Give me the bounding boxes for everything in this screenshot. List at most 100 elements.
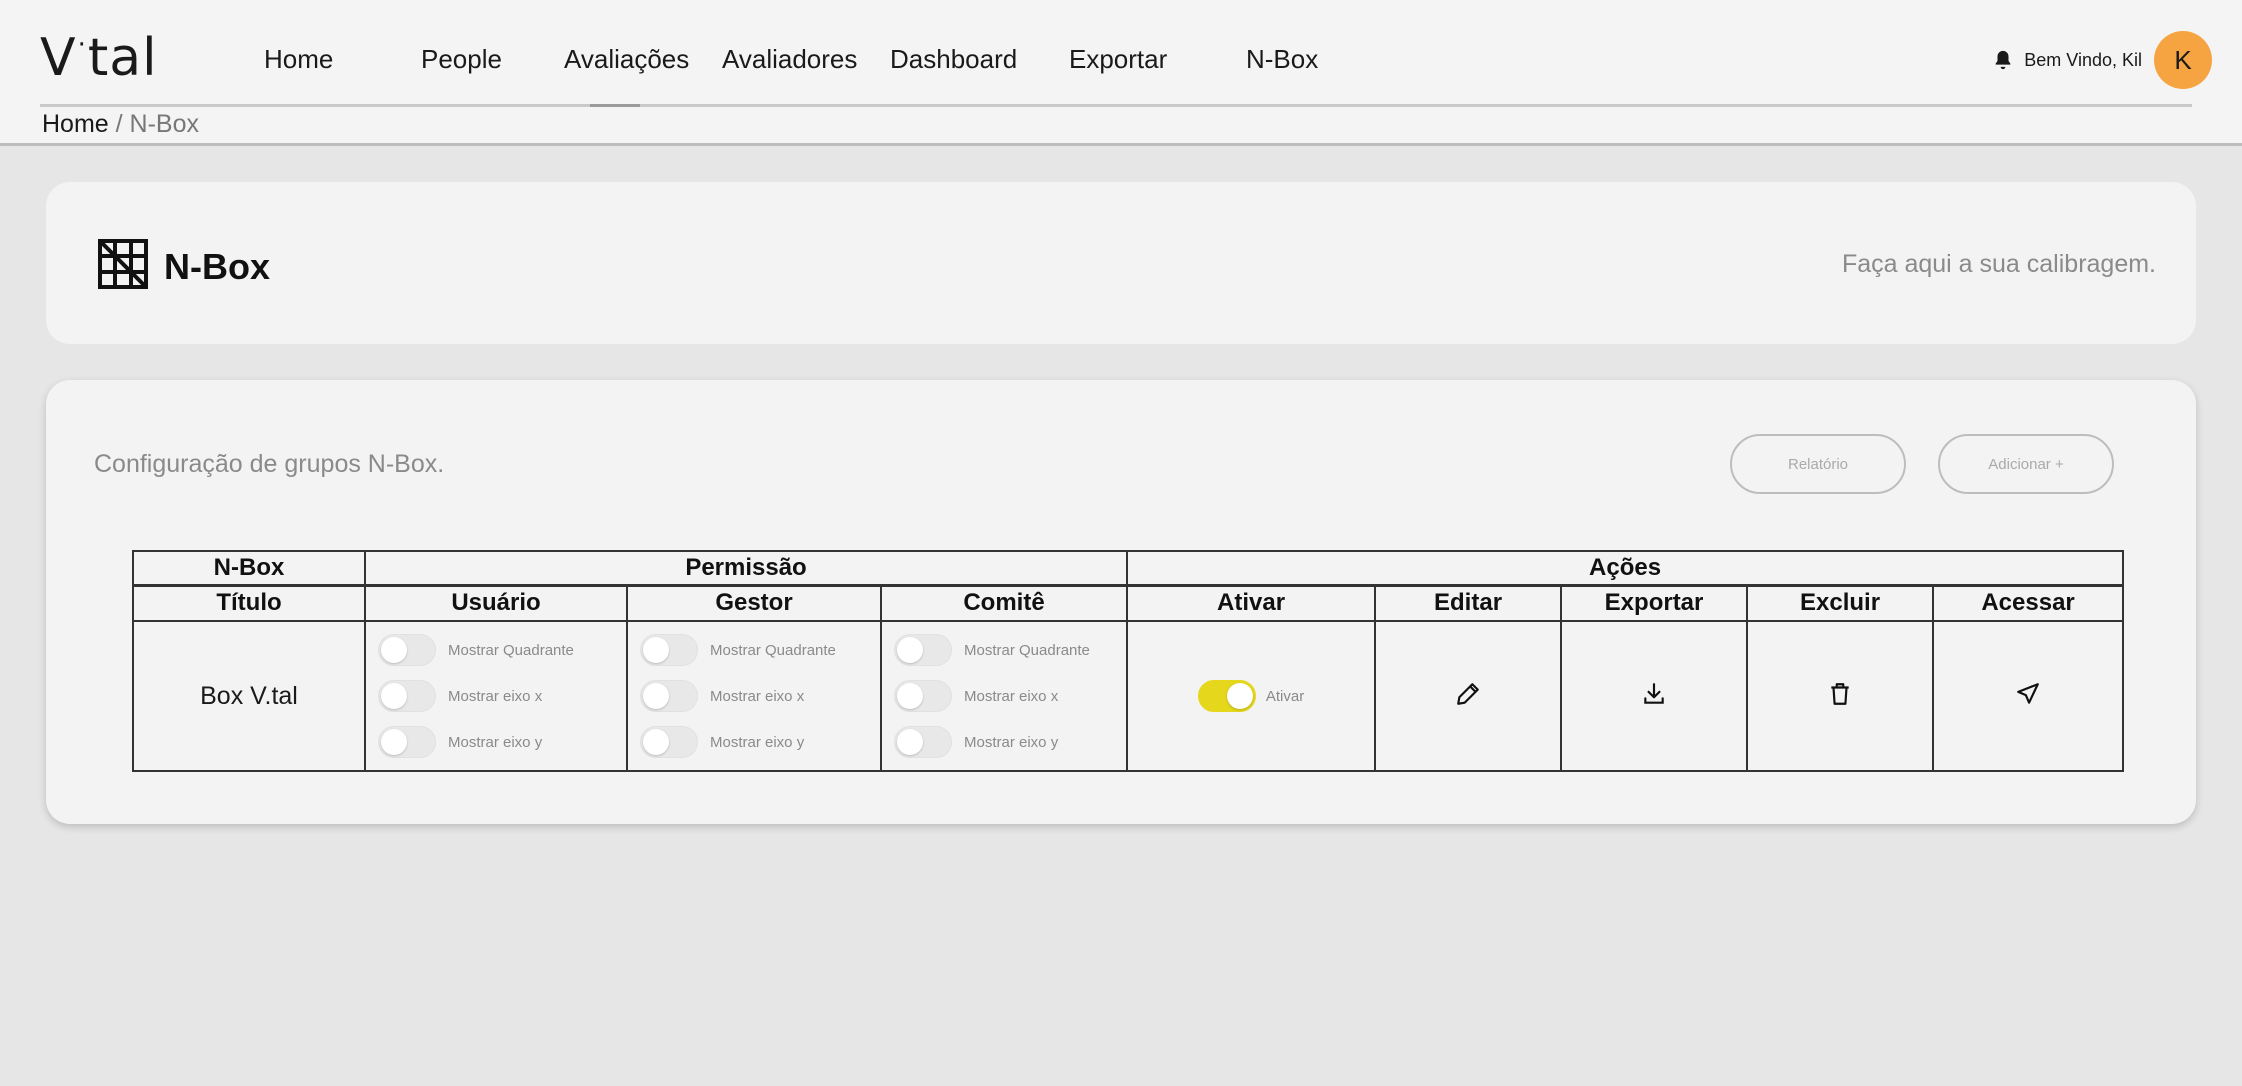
toggle-knob	[1226, 683, 1253, 709]
exportar-cell	[1560, 620, 1749, 772]
grid-box-icon	[96, 237, 150, 296]
toggle-switch[interactable]	[640, 680, 698, 712]
avatar-initial: K	[2174, 44, 2192, 75]
column-header-comite: Comitê	[879, 583, 1129, 622]
nbox-config-card: Configuração de grupos N-Box. Relatório …	[46, 380, 2196, 824]
nav-item-people[interactable]: People	[421, 44, 502, 75]
nav-item-nbox[interactable]: N-Box	[1246, 44, 1318, 75]
gestor-toggle-quadrante: Mostrar Quadrante	[640, 632, 868, 668]
gestor-toggle-eixo-x: Mostrar eixo x	[640, 678, 868, 714]
logo-dot: ·	[77, 30, 87, 60]
toggle-label: Mostrar eixo y	[964, 733, 1059, 751]
breadcrumb-separator: /	[108, 110, 130, 138]
toggle-switch[interactable]	[640, 634, 698, 666]
page-title-wrap: N-Box	[96, 237, 270, 296]
toggle-knob	[897, 683, 923, 709]
comite-toggle-eixo-x: Mostrar eixo x	[894, 678, 1114, 714]
nav-divider	[40, 104, 2192, 107]
table-column-header-row: Título Usuário Gestor Comitê Ativar Edit…	[132, 583, 2125, 622]
nav-item-exportar[interactable]: Exportar	[1069, 44, 1167, 75]
logo-text-left: V	[40, 28, 77, 88]
gestor-toggle-eixo-y: Mostrar eixo y	[640, 724, 868, 760]
toggle-knob	[897, 729, 923, 755]
toggle-label: Mostrar eixo y	[448, 733, 543, 751]
add-button[interactable]: Adicionar +	[1938, 434, 2114, 494]
toggle-knob	[381, 729, 407, 755]
report-button[interactable]: Relatório	[1730, 434, 1906, 494]
ativar-cell: Ativar	[1126, 620, 1377, 772]
comite-toggle-eixo-y: Mostrar eixo y	[894, 724, 1114, 760]
table-group-header-row: N-Box Permissão Ações	[132, 550, 2125, 586]
group-header-acoes: Ações	[1126, 550, 2125, 586]
download-icon[interactable]	[1641, 681, 1667, 707]
toggle-knob	[897, 637, 923, 663]
page-subtitle: Faça aqui a sua calibragem.	[1841, 250, 2156, 278]
toggle-label: Mostrar Quadrante	[448, 641, 574, 659]
toggle-label: Mostrar eixo x	[448, 687, 543, 705]
toggle-knob	[643, 637, 669, 663]
toggle-label: Mostrar Quadrante	[964, 641, 1090, 659]
pencil-icon[interactable]	[1455, 681, 1481, 707]
nav-item-avaliacoes[interactable]: Avaliações	[564, 44, 689, 75]
usuario-toggle-eixo-x: Mostrar eixo x	[378, 678, 614, 714]
column-header-titulo: Título	[132, 583, 366, 622]
toggle-label: Mostrar Quadrante	[710, 641, 836, 659]
toggle-switch[interactable]	[378, 680, 436, 712]
toggle-switch[interactable]	[894, 680, 952, 712]
toggle-switch[interactable]	[894, 634, 952, 666]
toggle-label: Mostrar eixo y	[710, 733, 805, 751]
breadcrumb: Home / N-Box	[42, 110, 199, 139]
nav-item-home[interactable]: Home	[264, 44, 333, 75]
comite-permissions: Mostrar Quadrante Mostrar eixo x Mostrar…	[879, 620, 1129, 772]
page-header-card: N-Box Faça aqui a sua calibragem.	[46, 182, 2196, 344]
breadcrumb-current: N-Box	[129, 110, 199, 138]
user-area: Bem Vindo, Kil K	[1992, 30, 2212, 90]
nav-item-dashboard[interactable]: Dashboard	[890, 44, 1017, 75]
nav-active-indicator	[590, 104, 640, 107]
config-label: Configuração de grupos N-Box.	[94, 450, 445, 478]
column-header-gestor: Gestor	[626, 583, 882, 622]
trash-icon[interactable]	[1827, 681, 1853, 707]
toggle-knob	[643, 683, 669, 709]
toggle-switch[interactable]	[894, 726, 952, 758]
nbox-table: N-Box Permissão Ações Título Usuário Ges…	[132, 550, 2125, 772]
logo-text-right: tal	[87, 28, 158, 88]
column-header-acessar: Acessar	[1932, 583, 2125, 622]
gestor-permissions: Mostrar Quadrante Mostrar eixo x Mostrar…	[626, 620, 882, 772]
group-header-nbox: N-Box	[132, 550, 366, 586]
toggle-switch[interactable]	[378, 634, 436, 666]
top-header: V·tal Home People Avaliações Avaliadores…	[0, 0, 2242, 146]
row-title: Box V.tal	[132, 620, 366, 772]
column-header-ativar: Ativar	[1126, 583, 1377, 622]
ativar-label: Ativar	[1265, 687, 1305, 705]
column-header-excluir: Excluir	[1746, 583, 1935, 622]
editar-cell	[1374, 620, 1563, 772]
bell-icon[interactable]	[1992, 49, 2014, 71]
comite-toggle-quadrante: Mostrar Quadrante	[894, 632, 1114, 668]
column-header-editar: Editar	[1374, 583, 1563, 622]
table-row: Box V.tal Mostrar Quadrante Mostrar eixo…	[132, 620, 2125, 772]
excluir-cell	[1746, 620, 1935, 772]
welcome-text: Bem Vindo, Kil	[2024, 49, 2142, 70]
usuario-permissions: Mostrar Quadrante Mostrar eixo x Mostrar…	[364, 620, 628, 772]
column-header-usuario: Usuário	[364, 583, 628, 622]
page-title: N-Box	[164, 245, 270, 287]
acessar-cell	[1932, 620, 2125, 772]
column-header-exportar: Exportar	[1560, 583, 1749, 622]
vtal-logo[interactable]: V·tal	[40, 28, 158, 88]
nav-item-avaliadores[interactable]: Avaliadores	[722, 44, 857, 75]
usuario-toggle-quadrante: Mostrar Quadrante	[378, 632, 614, 668]
breadcrumb-home[interactable]: Home	[42, 110, 109, 138]
ativar-toggle[interactable]	[1197, 680, 1256, 712]
usuario-toggle-eixo-y: Mostrar eixo y	[378, 724, 614, 760]
avatar[interactable]: K	[2154, 31, 2212, 89]
send-icon[interactable]	[2015, 681, 2041, 707]
toggle-knob	[381, 683, 407, 709]
toggle-knob	[381, 637, 407, 663]
group-header-permissao: Permissão	[363, 550, 1129, 586]
toggle-knob	[643, 729, 669, 755]
toggle-switch[interactable]	[378, 726, 436, 758]
toggle-label: Mostrar eixo x	[964, 687, 1059, 705]
toggle-label: Mostrar eixo x	[710, 687, 805, 705]
toggle-switch[interactable]	[640, 726, 698, 758]
